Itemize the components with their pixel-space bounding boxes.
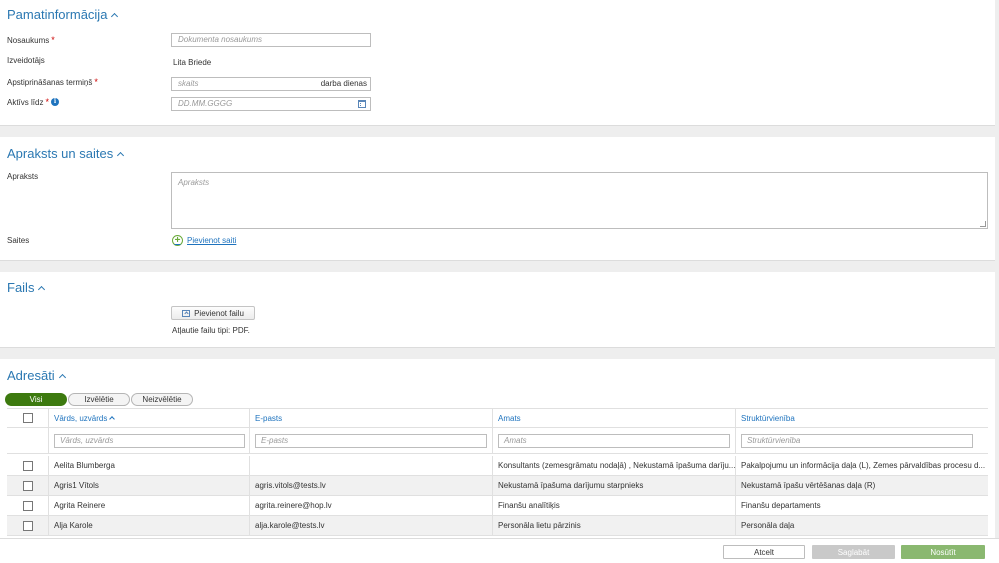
cell-email: alja.karole@tests.lv [250,516,493,535]
filter-spacer-cell [7,428,49,453]
description-textarea[interactable]: Apraksts [171,172,988,229]
links-label: Saites [7,236,30,245]
active-until-label: Aktīvs līdz * i [7,97,59,107]
sort-asc-icon [109,416,116,422]
select-all-checkbox[interactable] [22,413,33,423]
cell-unit: Nekustamā īpašu vērtēšanas daļa (R) [741,481,876,490]
table-row[interactable]: Alja Karole alja.karole@tests.lv Personā… [7,516,988,536]
plus-circle-icon: + [172,235,183,246]
add-file-button[interactable]: Pievienot failu [171,306,255,320]
chevron-up-icon [117,151,125,160]
description-title[interactable]: Apraksts un saites [7,146,125,161]
action-bar: Atcelt Saglabāt Nosūtīt [0,538,999,563]
row-checkbox[interactable] [22,520,33,531]
cell-position: Nekustamā īpašuma darījumu starpnieks [493,476,736,495]
row-checkbox[interactable] [22,480,33,491]
recipients-title[interactable]: Adresāti [7,368,66,383]
column-header-position[interactable]: Amats [493,409,736,427]
cell-position: Finanšu analītiķis [493,496,736,515]
cell-position: Konsultants (zemesgrāmatu nodaļā) , Neku… [493,456,736,475]
column-header-unit[interactable]: Struktūrvienība [736,409,988,427]
basic-info-title[interactable]: Pamatinformācija [7,7,119,22]
cell-name: Agris1 Vītols [49,476,250,495]
cell-name: Agrita Reinere [49,496,250,515]
column-header-name[interactable]: Vārds, uzvārds [49,409,250,427]
recipients-section: Adresāti Visi Izvēlētie Neizvēlētie Vārd… [0,359,995,539]
row-select-cell [7,456,49,475]
table-header-row: Vārds, uzvārds E-pasts Amats Struktūrvie… [7,408,988,428]
name-label: Nosaukums * [7,35,55,45]
cancel-button[interactable]: Atcelt [723,545,805,559]
send-button[interactable]: Nosūtīt [901,545,985,559]
cell-email [250,456,493,475]
save-button[interactable]: Saglabāt [812,545,895,559]
name-input[interactable]: Dokumenta nosaukums [171,33,371,47]
filter-unselected-tab[interactable]: Neizvēlētie [131,393,193,406]
cell-name: Alja Karole [49,516,250,535]
basic-info-section: Pamatinformācija Nosaukums * Dokumenta no… [0,0,995,126]
cell-unit: Finanšu departaments [741,501,821,510]
allowed-file-types: Atļautie failu tipi: PDF. [172,326,250,335]
row-select-cell [7,516,49,535]
filter-email-input[interactable]: E-pasts [255,433,487,448]
cell-position: Personāla lietu pārzinis [493,516,736,535]
filter-cell-name: Vārds, uzvārds [49,428,250,453]
select-all-cell [7,409,49,427]
active-until-input[interactable]: DD.MM.GGGG [171,97,371,111]
cell-email: agris.vitols@tests.lv [250,476,493,495]
files-title[interactable]: Fails [7,280,46,295]
description-section: Apraksts un saites Apraksts Apraksts Sai… [0,137,995,261]
description-label: Apraksts [7,172,39,181]
deadline-suffix: darba dienas [320,79,367,88]
calendar-icon[interactable] [358,100,366,108]
row-select-cell [7,476,49,495]
row-select-cell [7,496,49,515]
add-link-button[interactable]: + Pievienot saiti [172,235,236,246]
chevron-up-icon [111,12,119,21]
filter-cell-unit: Struktūrvienība [736,428,988,453]
creator-label: Izveidotājs [7,56,45,65]
table-filter-row: Vārds, uzvārds E-pasts Amats Struktūrvie… [7,428,988,454]
cell-name: Aelita Blumberga [49,456,250,475]
filter-unit-input[interactable]: Struktūrvienība [741,433,973,448]
filter-all-tab[interactable]: Visi [5,393,67,406]
row-checkbox[interactable] [22,460,33,471]
filter-position-input[interactable]: Amats [498,433,730,448]
cell-unit: Pakalpojumu un informācija daļa (L), Zem… [741,461,986,470]
filter-cell-email: E-pasts [250,428,493,453]
row-checkbox[interactable] [22,500,33,511]
info-icon[interactable]: i [50,98,59,106]
chevron-up-icon [38,285,46,294]
creator-value: Lita Briede [173,58,212,67]
deadline-label: Apstiprināšanas termiņš * [7,77,98,87]
filter-name-input[interactable]: Vārds, uzvārds [54,433,245,448]
resize-grip-icon[interactable] [980,221,986,227]
cell-email: agrita.reinere@hop.lv [250,496,493,515]
filter-selected-tab[interactable]: Izvēlētie [68,393,130,406]
table-row[interactable]: Agris1 Vītols agris.vitols@tests.lv Neku… [7,476,988,496]
column-header-email[interactable]: E-pasts [250,409,493,427]
deadline-input[interactable]: skaits darba dienas [171,77,371,91]
files-section: Fails Pievienot failu Atļautie failu tip… [0,272,995,348]
upload-icon [182,309,191,317]
chevron-up-icon [58,373,66,382]
table-row[interactable]: Aelita Blumberga Konsultants (zemesgrāma… [7,456,988,476]
table-row[interactable]: Agrita Reinere agrita.reinere@hop.lv Fin… [7,496,988,516]
filter-cell-position: Amats [493,428,736,453]
cell-unit: Personāla daļa [741,521,795,530]
